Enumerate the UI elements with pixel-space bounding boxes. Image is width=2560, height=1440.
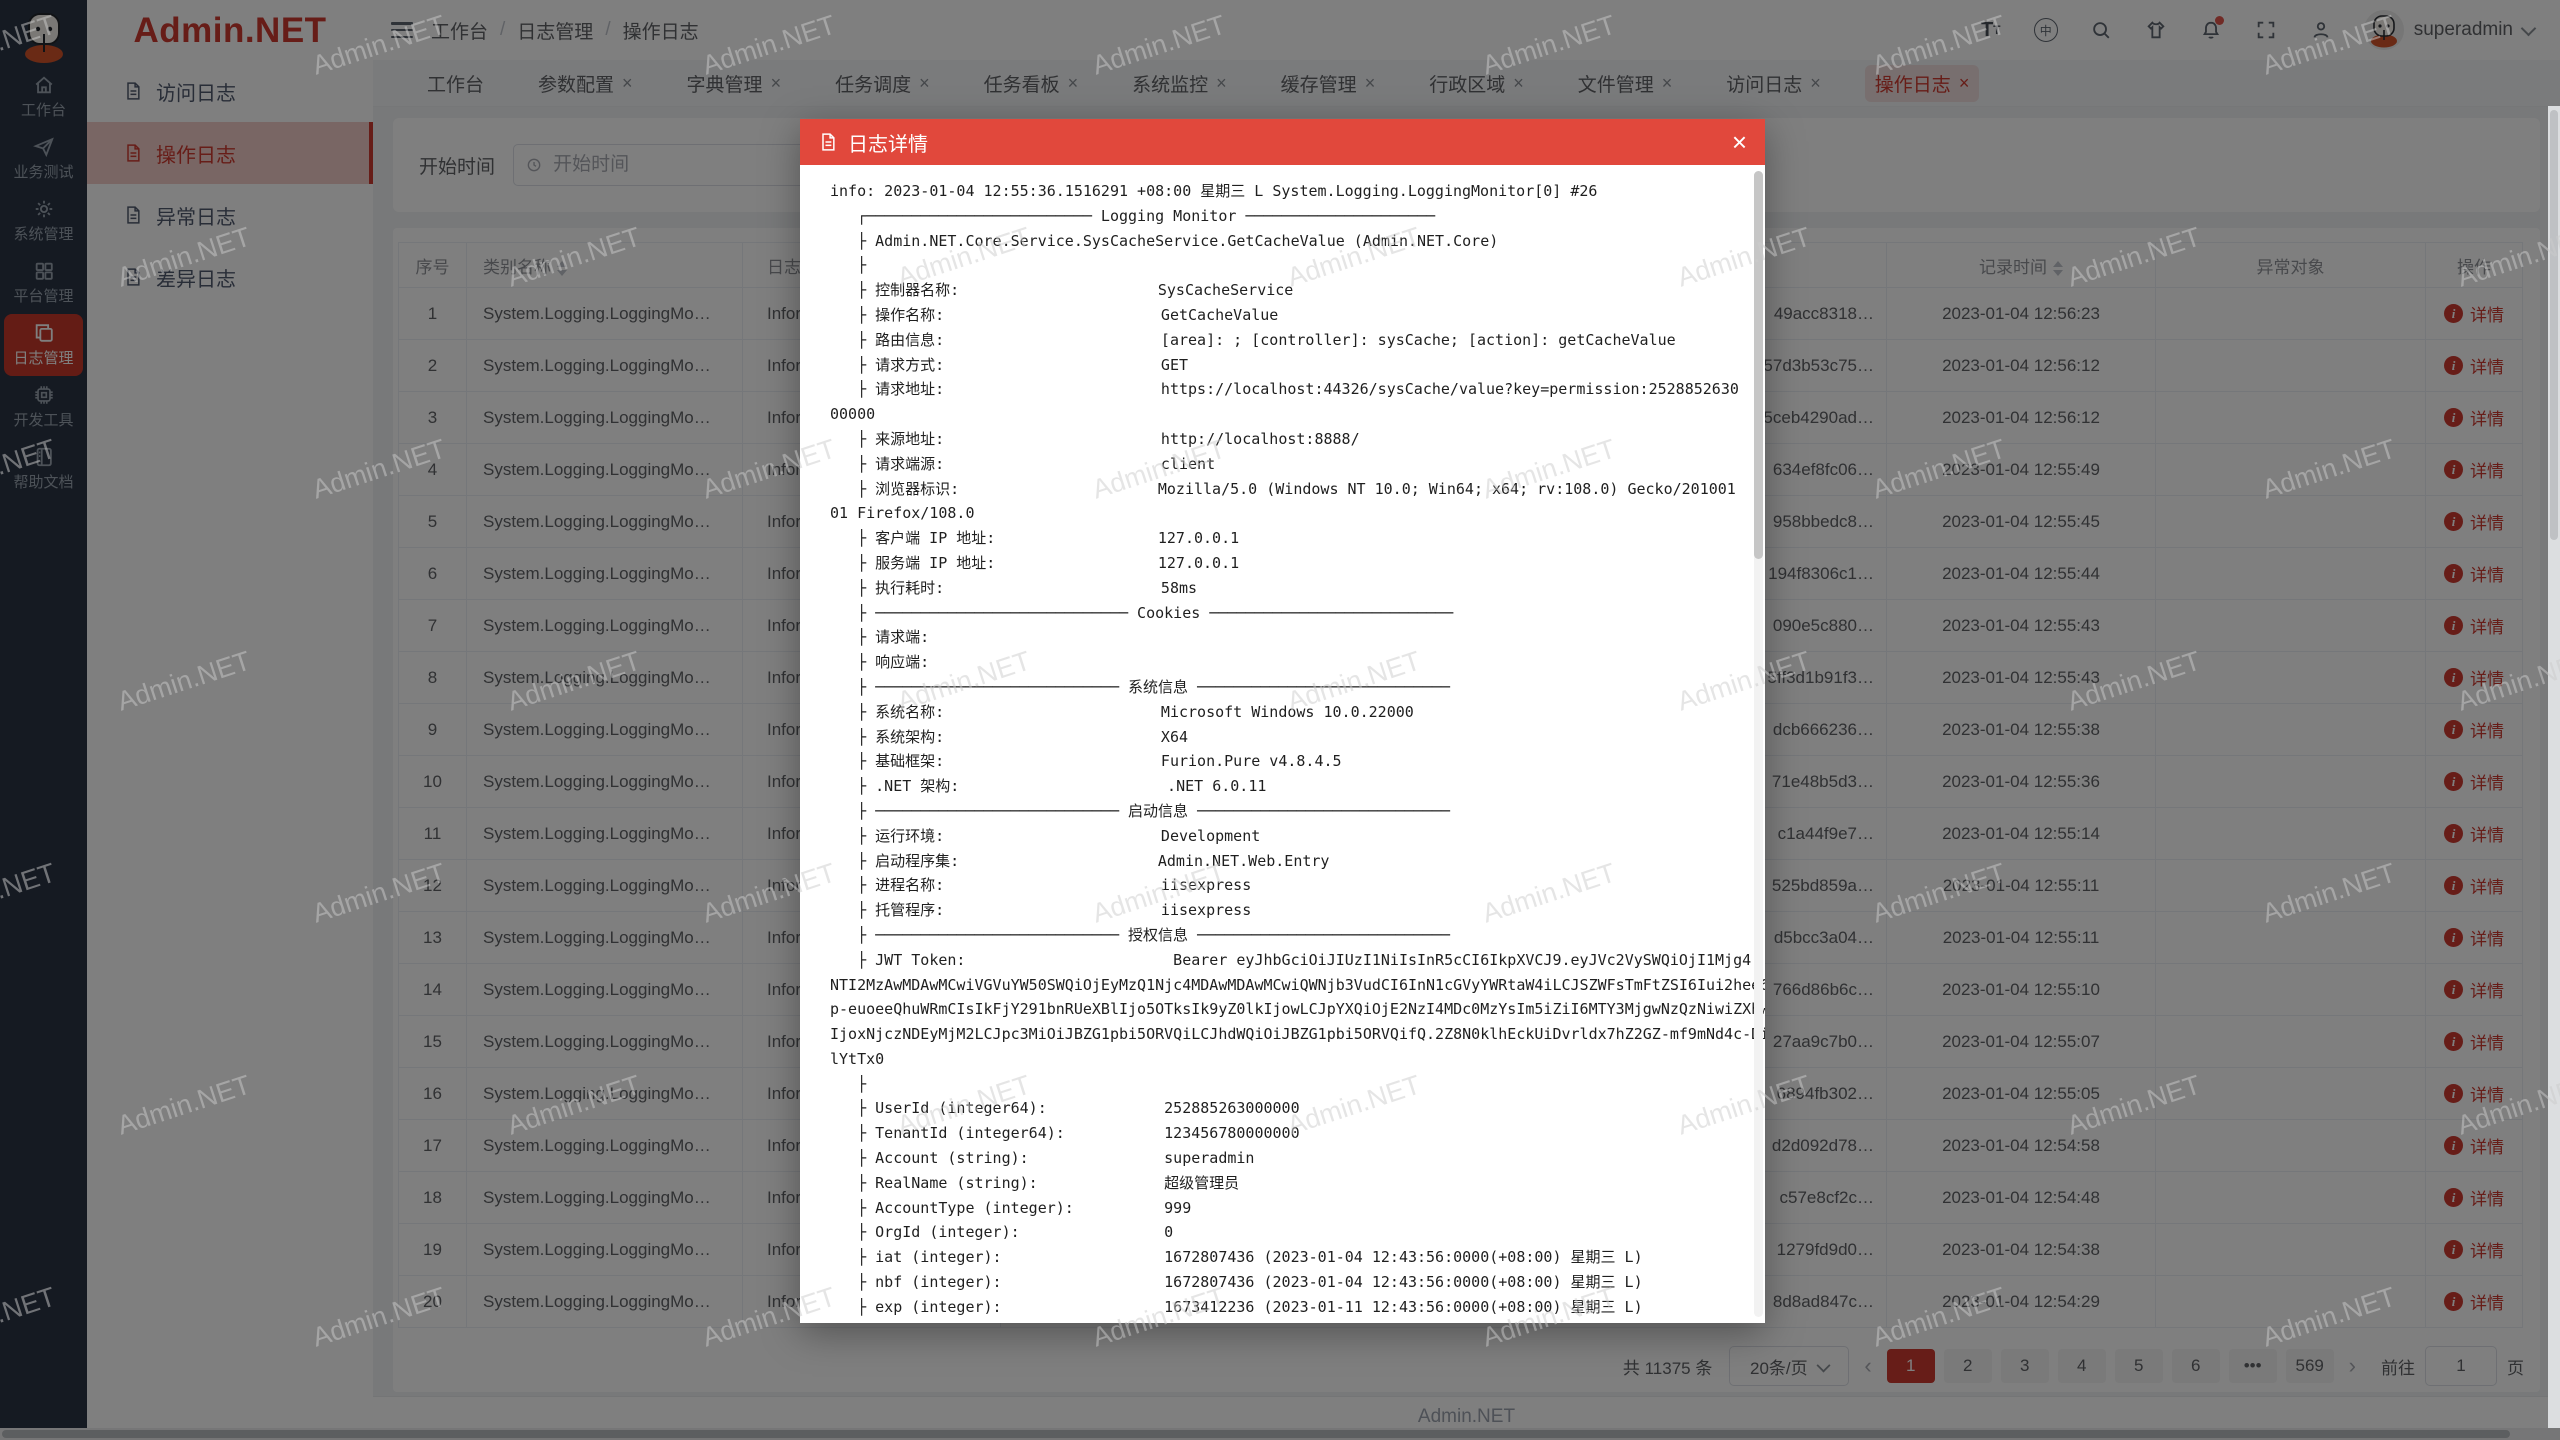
log-text: info: 2023-01-04 12:55:36.1516291 +08:00… [800, 165, 1765, 1320]
close-icon[interactable]: × [1732, 129, 1747, 155]
vertical-scrollbar-thumb[interactable] [2550, 110, 2558, 540]
dialog-scrollbar-thumb[interactable] [1754, 171, 1763, 559]
vertical-scrollbar[interactable] [2548, 106, 2560, 1428]
dialog-scrollbar[interactable] [1754, 171, 1763, 1317]
dialog-header: 日志详情 × [800, 119, 1765, 165]
document-icon [818, 132, 838, 152]
dialog-body: info: 2023-01-04 12:55:36.1516291 +08:00… [800, 165, 1765, 1323]
dialog-title: 日志详情 [848, 128, 928, 157]
admin-net-page: 工作台业务测试系统管理平台管理日志管理开发工具帮助文档 Admin.NET 访问… [0, 0, 2560, 1440]
log-detail-dialog: 日志详情 × info: 2023-01-04 12:55:36.1516291… [800, 119, 1765, 1323]
